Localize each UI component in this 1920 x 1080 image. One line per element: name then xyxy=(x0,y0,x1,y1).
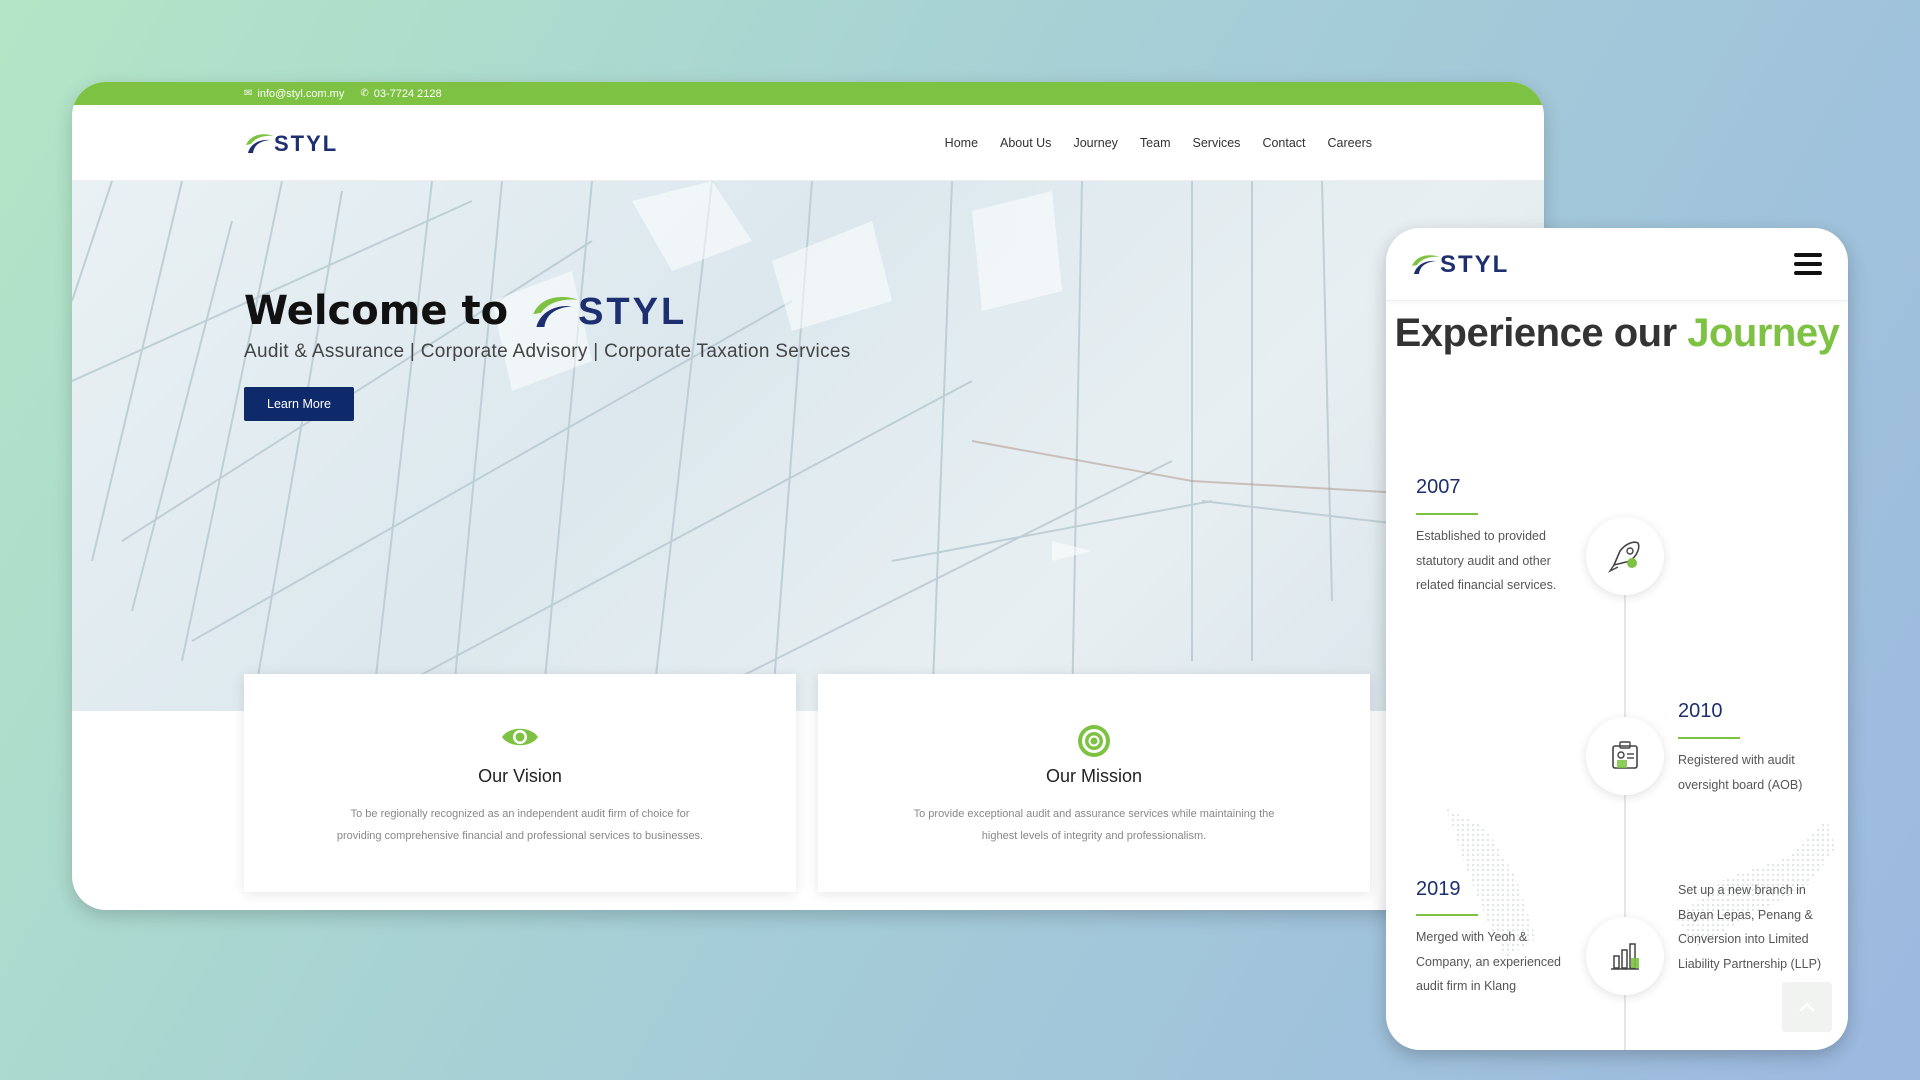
journey-timeline: 2007 Established to provided statutory a… xyxy=(1386,228,1848,1050)
bar-chart-icon xyxy=(1586,917,1664,995)
chevron-up-icon xyxy=(1799,1002,1815,1012)
main-navbar: STYL Home About Us Journey Team Services… xyxy=(72,105,1544,181)
nav-links: Home About Us Journey Team Services Cont… xyxy=(945,136,1372,150)
mission-text: To provide exceptional audit and assuran… xyxy=(913,808,1275,842)
contact-topbar: ✉ info@styl.com.my ✆ 03-7724 2128 xyxy=(72,82,1544,105)
learn-more-button[interactable]: Learn More xyxy=(244,387,354,421)
hero-logo: STYL xyxy=(530,291,687,331)
vision-text: To be regionally recognized as an indepe… xyxy=(336,808,704,842)
vision-title: Our Vision xyxy=(478,766,562,786)
mission-card: Our Mission To provide exceptional audit… xyxy=(818,674,1370,892)
timeline-underline xyxy=(1416,914,1478,916)
topbar-email-text: info@styl.com.my xyxy=(257,87,345,100)
nav-home[interactable]: Home xyxy=(945,136,978,150)
scroll-to-top-button[interactable] xyxy=(1782,982,1832,1032)
timeline-year-2019: 2019 xyxy=(1416,878,1461,900)
target-icon xyxy=(818,724,1370,758)
rocket-icon xyxy=(1586,517,1664,595)
topbar-phone[interactable]: ✆ 03-7724 2128 xyxy=(360,88,441,100)
envelope-icon: ✉ xyxy=(244,88,253,99)
hero-welcome-text: Welcome to xyxy=(244,288,509,334)
topbar-email[interactable]: ✉ info@styl.com.my xyxy=(244,88,344,100)
timeline-text-2007: Established to provided statutory audit … xyxy=(1416,529,1557,592)
id-card-icon xyxy=(1586,717,1664,795)
timeline-underline xyxy=(1678,737,1740,739)
timeline-underline xyxy=(1416,513,1478,515)
logo-swoosh-icon xyxy=(246,133,274,153)
phone-icon: ✆ xyxy=(360,88,369,99)
eye-icon xyxy=(244,724,796,758)
timeline-year-2007: 2007 xyxy=(1416,476,1461,498)
topbar-phone-text: 03-7724 2128 xyxy=(373,87,442,100)
nav-about-us[interactable]: About Us xyxy=(1000,136,1051,150)
nav-careers[interactable]: Careers xyxy=(1328,136,1372,150)
hero-content: Welcome to STYL Audit & Assurance | Corp… xyxy=(244,291,851,421)
nav-team[interactable]: Team xyxy=(1140,136,1171,150)
nav-journey[interactable]: Journey xyxy=(1073,136,1117,150)
vision-card: Our Vision To be regionally recognized a… xyxy=(244,674,796,892)
hero-title: Welcome to STYL xyxy=(244,291,851,331)
timeline-text-branch: Set up a new branch in Bayan Lepas, Pena… xyxy=(1678,883,1822,971)
timeline-year-2010: 2010 xyxy=(1678,700,1723,722)
logo-text: STYL xyxy=(274,130,339,156)
glass-building-background xyxy=(72,181,1544,711)
site-logo[interactable]: STYL xyxy=(244,131,338,155)
desktop-mockup: ✉ info@styl.com.my ✆ 03-7724 2128 STYL H… xyxy=(72,82,1544,910)
hero-logo-text: STYL xyxy=(578,291,688,333)
hero-banner: Welcome to STYL Audit & Assurance | Corp… xyxy=(72,181,1544,711)
timeline-text-2019: Merged with Yeoh & Company, an experienc… xyxy=(1416,930,1561,993)
nav-contact[interactable]: Contact xyxy=(1262,136,1305,150)
hero-subtitle: Audit & Assurance | Corporate Advisory |… xyxy=(244,341,851,362)
timeline-text-2010: Registered with audit oversight board (A… xyxy=(1678,753,1803,792)
hero-logo-swoosh-icon xyxy=(533,297,579,327)
mobile-mockup: STYL Experience our Journey 2007 Establi… xyxy=(1386,228,1848,1050)
vision-mission-cards: Our Vision To be regionally recognized a… xyxy=(244,674,1370,892)
mission-title: Our Mission xyxy=(1045,766,1143,786)
nav-services[interactable]: Services xyxy=(1193,136,1241,150)
